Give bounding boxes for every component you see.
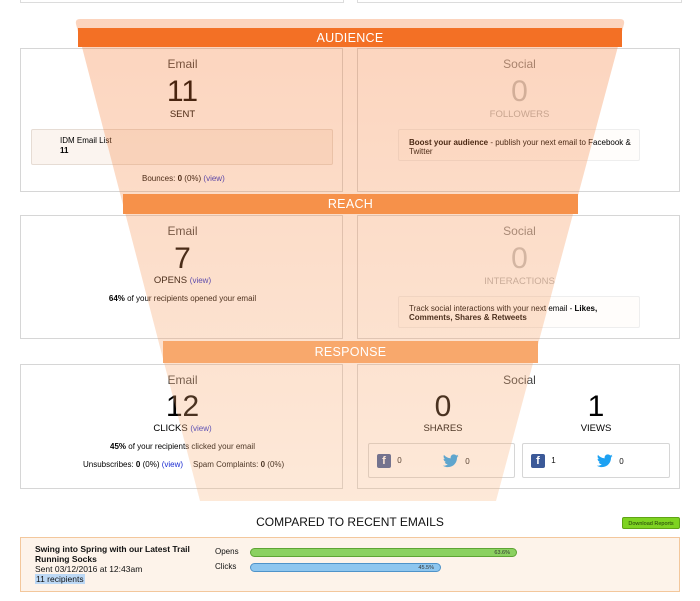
followers-count: 0 <box>511 75 528 108</box>
bounces-pct: (0%) <box>184 174 202 183</box>
clicks-bar-fill: 45.5% <box>250 563 441 572</box>
shares-twitter-count: 0 <box>465 457 470 467</box>
clicks-summary-pct: 45% <box>110 442 127 451</box>
facebook-icon: f <box>531 454 545 468</box>
recent-email-panel: Swing into Spring with our Latest Trail … <box>20 537 680 592</box>
track-social-text: Track social interactions with your next… <box>409 304 575 313</box>
twitter-icon <box>596 454 613 470</box>
shares-social-box: f 0 0 <box>368 443 515 478</box>
sent-label: SENT <box>169 109 196 120</box>
track-social-tip: Track social interactions with your next… <box>409 304 635 322</box>
opens-bar-label: Opens <box>215 547 239 556</box>
bounces-row: Bounces: 0 (0%) (view) <box>142 174 225 183</box>
views-count: 1 <box>587 390 605 423</box>
bounces-value: 0 <box>177 174 183 183</box>
spam-complaints-row: Spam Complaints: 0 (0%) <box>193 460 284 469</box>
opens-bar-fill: 63.6% <box>250 548 517 557</box>
clicks-view-link[interactable]: (view) <box>190 424 211 433</box>
reach-social-title: Social <box>503 224 536 238</box>
unsubscribes-pct: (0%) <box>142 460 160 469</box>
twitter-icon <box>442 454 459 470</box>
unsubscribes-view-link[interactable]: (view) <box>162 460 183 469</box>
response-band-label: RESPONSE <box>314 345 387 359</box>
interactions-count: 0 <box>511 242 528 275</box>
reach-social-card: Social 0 INTERACTIONS Track social inter… <box>357 215 680 339</box>
compare-heading: COMPARED TO RECENT EMAILS <box>256 515 444 529</box>
shares-label: SHARES <box>423 423 463 434</box>
clicks-bar-track: 45.5% <box>250 563 670 572</box>
unsubscribes-row: Unsubscribes: 0 (0%) (view) <box>83 460 183 469</box>
previous-card-right <box>357 0 682 3</box>
opens-summary-text: of your recipients opened your email <box>124 294 257 303</box>
audience-social-card: Social 0 FOLLOWERS Boost your audience -… <box>357 48 680 192</box>
views-twitter: 0 <box>596 454 624 470</box>
shares-facebook: f 0 <box>377 454 402 468</box>
unsubscribes-label: Unsubscribes: <box>83 460 134 469</box>
spam-complaints-label: Spam Complaints: <box>193 460 259 469</box>
reach-band-bg <box>123 194 578 214</box>
response-email-title: Email <box>167 373 198 387</box>
audience-email-title: Email <box>167 57 198 71</box>
email-list-name: IDM Email List <box>60 136 112 145</box>
boost-audience-bold: Boost your audience <box>409 138 489 147</box>
shares-twitter: 0 <box>442 454 470 470</box>
previous-card-left <box>20 0 344 3</box>
email-list-box[interactable]: IDM Email List 11 <box>31 129 333 165</box>
interactions-label: INTERACTIONS <box>484 276 555 287</box>
spam-complaints-pct: (0%) <box>267 460 285 469</box>
track-social-box: Track social interactions with your next… <box>398 296 640 328</box>
opens-summary-pct: 64% <box>108 294 125 303</box>
recent-email-sent-date: Sent 03/12/2016 at 12:43am <box>35 564 143 574</box>
clicks-label: CLICKS <box>153 423 188 434</box>
audience-band-bg <box>78 28 622 47</box>
views-twitter-count: 0 <box>619 457 624 467</box>
boost-audience-box: Boost your audience - publish your next … <box>398 129 640 161</box>
opens-label: OPENS <box>153 275 188 286</box>
clicks-count: 12 <box>165 390 200 423</box>
bounces-label: Bounces: <box>142 174 176 183</box>
opens-bar-track: 63.6% <box>250 548 670 557</box>
reach-email-card: Email 7 OPENS (view) 64% of your recipie… <box>20 215 343 339</box>
response-email-card: Email 12 CLICKS (view) 45% of your recip… <box>20 364 343 489</box>
recent-email-title[interactable]: Swing into Spring with our Latest Trail … <box>35 544 195 564</box>
views-social-box: f 1 0 <box>522 443 670 478</box>
clicks-row: CLICKS (view) <box>21 423 344 434</box>
opens-row: OPENS (view) <box>21 275 344 286</box>
clicks-bar-pct: 45.5% <box>418 565 434 571</box>
sent-count: 11 <box>166 75 199 108</box>
opens-view-link[interactable]: (view) <box>190 276 211 285</box>
reach-email-title: Email <box>167 224 198 238</box>
bounces-view-link[interactable]: (view) <box>203 174 224 183</box>
followers-label: FOLLOWERS <box>489 109 550 120</box>
download-reports-button[interactable]: Download Reports <box>622 517 680 529</box>
unsubscribes-value: 0 <box>135 460 141 469</box>
reach-band-label: REACH <box>327 197 374 211</box>
shares-facebook-count: 0 <box>397 456 402 466</box>
views-label: VIEWS <box>580 423 612 434</box>
boost-audience-tip: Boost your audience - publish your next … <box>409 138 635 156</box>
email-list-count: 11 <box>60 146 69 155</box>
clicks-summary: 45% of your recipients clicked your emai… <box>21 442 344 451</box>
views-facebook: f 1 <box>531 454 556 468</box>
views-facebook-count: 1 <box>551 456 556 466</box>
clicks-summary-text: of your recipients clicked your email <box>126 442 255 451</box>
spam-complaints-value: 0 <box>260 460 266 469</box>
opens-count: 7 <box>174 242 191 275</box>
facebook-icon: f <box>377 454 391 468</box>
audience-band-label: AUDIENCE <box>316 31 384 45</box>
opens-summary: 64% of your recipients opened your email <box>21 294 344 303</box>
clicks-bar-label: Clicks <box>215 562 237 571</box>
recent-email-recipients[interactable]: 11 recipients <box>35 574 85 584</box>
audience-social-title: Social <box>503 57 536 71</box>
response-band-bg <box>163 341 538 363</box>
audience-email-card: Email 11 SENT IDM Email List 11 Bounces:… <box>20 48 343 192</box>
response-social-title: Social <box>503 373 536 387</box>
opens-bar-pct: 63.6% <box>494 550 510 556</box>
shares-count: 0 <box>434 390 452 423</box>
